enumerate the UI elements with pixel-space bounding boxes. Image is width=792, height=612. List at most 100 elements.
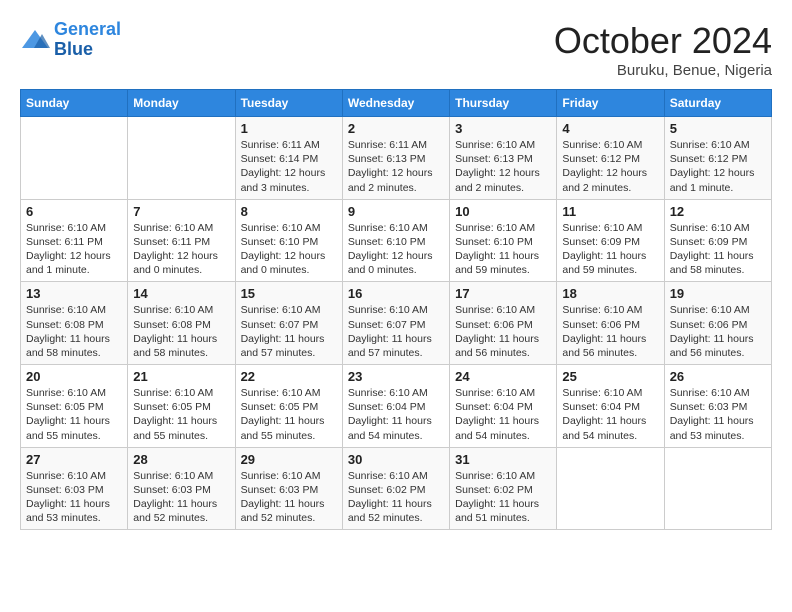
day-cell [664, 447, 771, 530]
day-cell: 26Sunrise: 6:10 AM Sunset: 6:03 PM Dayli… [664, 365, 771, 448]
day-cell: 3 Sunrise: 6:10 AM Sunset: 6:13 PM Daylig… [450, 117, 557, 200]
day-cell: 2 Sunrise: 6:11 AM Sunset: 6:13 PM Daylig… [342, 117, 449, 200]
day-cell: 1 Sunrise: 6:11 AM Sunset: 6:14 PM Daylig… [235, 117, 342, 200]
day-info: Sunrise: 6:10 AM Sunset: 6:07 PM Dayligh… [348, 303, 444, 360]
day-cell: 29Sunrise: 6:10 AM Sunset: 6:03 PM Dayli… [235, 447, 342, 530]
day-info: Sunrise: 6:10 AM Sunset: 6:11 PM Dayligh… [133, 221, 229, 278]
day-cell: 14 Sunrise: 6:10 AM Sunset: 6:08 PM Dayli… [128, 282, 235, 365]
day-number: 15 [241, 286, 337, 301]
day-info: Sunrise: 6:10 AM Sunset: 6:09 PM Dayligh… [670, 221, 766, 278]
day-info: Sunrise: 6:10 AM Sunset: 6:10 PM Dayligh… [241, 221, 337, 278]
day-number: 22 [241, 369, 337, 384]
day-number: 3 [455, 121, 551, 136]
day-info: Sunrise: 6:10 AM Sunset: 6:04 PM Dayligh… [562, 386, 658, 443]
day-info: Sunrise: 6:10 AM Sunset: 6:10 PM Dayligh… [348, 221, 444, 278]
day-info: Sunrise: 6:10 AM Sunset: 6:08 PM Dayligh… [26, 303, 122, 360]
weekday-header-tuesday: Tuesday [235, 90, 342, 117]
weekday-header-monday: Monday [128, 90, 235, 117]
day-number: 30 [348, 452, 444, 467]
day-number: 6 [26, 204, 122, 219]
day-number: 4 [562, 121, 658, 136]
weekday-header-sunday: Sunday [21, 90, 128, 117]
day-info: Sunrise: 6:10 AM Sunset: 6:07 PM Dayligh… [241, 303, 337, 360]
day-cell: 15 Sunrise: 6:10 AM Sunset: 6:07 PM Dayli… [235, 282, 342, 365]
day-info: Sunrise: 6:10 AM Sunset: 6:05 PM Dayligh… [133, 386, 229, 443]
day-cell [21, 117, 128, 200]
day-number: 28 [133, 452, 229, 467]
day-info: Sunrise: 6:10 AM Sunset: 6:03 PM Dayligh… [241, 469, 337, 526]
day-cell: 25 Sunrise: 6:10 AM Sunset: 6:04 PM Dayli… [557, 365, 664, 448]
day-info: Sunrise: 6:10 AM Sunset: 6:08 PM Dayligh… [133, 303, 229, 360]
day-number: 27 [26, 452, 122, 467]
location: Buruku, Benue, Nigeria [554, 62, 772, 79]
day-cell: 20 Sunrise: 6:10 AM Sunset: 6:05 PM Dayli… [21, 365, 128, 448]
day-info: Sunrise: 6:10 AM Sunset: 6:13 PM Dayligh… [455, 138, 551, 195]
day-info: Sunrise: 6:11 AM Sunset: 6:14 PM Dayligh… [241, 138, 337, 195]
day-cell: 22 Sunrise: 6:10 AM Sunset: 6:05 PM Dayli… [235, 365, 342, 448]
month-title: October 2024 [554, 20, 772, 62]
weekday-header-thursday: Thursday [450, 90, 557, 117]
day-cell: 4 Sunrise: 6:10 AM Sunset: 6:12 PM Daylig… [557, 117, 664, 200]
logo-icon [20, 28, 50, 52]
day-info: Sunrise: 6:10 AM Sunset: 6:05 PM Dayligh… [26, 386, 122, 443]
day-info: Sunrise: 6:10 AM Sunset: 6:03 PM Dayligh… [26, 469, 122, 526]
day-cell: 7 Sunrise: 6:10 AM Sunset: 6:11 PM Daylig… [128, 199, 235, 282]
logo-text: General Blue [54, 20, 121, 60]
day-number: 24 [455, 369, 551, 384]
day-info: Sunrise: 6:10 AM Sunset: 6:03 PM Dayligh… [670, 386, 766, 443]
day-number: 7 [133, 204, 229, 219]
day-number: 19 [670, 286, 766, 301]
day-info: Sunrise: 6:11 AM Sunset: 6:13 PM Dayligh… [348, 138, 444, 195]
day-number: 17 [455, 286, 551, 301]
week-row-1: 1 Sunrise: 6:11 AM Sunset: 6:14 PM Daylig… [21, 117, 772, 200]
day-number: 12 [670, 204, 766, 219]
day-cell: 5Sunrise: 6:10 AM Sunset: 6:12 PM Daylig… [664, 117, 771, 200]
day-info: Sunrise: 6:10 AM Sunset: 6:10 PM Dayligh… [455, 221, 551, 278]
weekday-header-row: SundayMondayTuesdayWednesdayThursdayFrid… [21, 90, 772, 117]
day-info: Sunrise: 6:10 AM Sunset: 6:02 PM Dayligh… [348, 469, 444, 526]
day-cell: 8Sunrise: 6:10 AM Sunset: 6:10 PM Daylig… [235, 199, 342, 282]
day-cell: 31Sunrise: 6:10 AM Sunset: 6:02 PM Dayli… [450, 447, 557, 530]
day-cell [557, 447, 664, 530]
day-number: 18 [562, 286, 658, 301]
day-info: Sunrise: 6:10 AM Sunset: 6:06 PM Dayligh… [562, 303, 658, 360]
day-cell: 27 Sunrise: 6:10 AM Sunset: 6:03 PM Dayli… [21, 447, 128, 530]
day-cell: 9Sunrise: 6:10 AM Sunset: 6:10 PM Daylig… [342, 199, 449, 282]
day-info: Sunrise: 6:10 AM Sunset: 6:06 PM Dayligh… [455, 303, 551, 360]
title-block: October 2024 Buruku, Benue, Nigeria [554, 20, 772, 79]
day-cell: 10 Sunrise: 6:10 AM Sunset: 6:10 PM Dayli… [450, 199, 557, 282]
day-number: 1 [241, 121, 337, 136]
day-cell: 19Sunrise: 6:10 AM Sunset: 6:06 PM Dayli… [664, 282, 771, 365]
day-info: Sunrise: 6:10 AM Sunset: 6:02 PM Dayligh… [455, 469, 551, 526]
day-cell: 16Sunrise: 6:10 AM Sunset: 6:07 PM Dayli… [342, 282, 449, 365]
day-info: Sunrise: 6:10 AM Sunset: 6:12 PM Dayligh… [562, 138, 658, 195]
day-cell: 6 Sunrise: 6:10 AM Sunset: 6:11 PM Daylig… [21, 199, 128, 282]
day-cell: 11Sunrise: 6:10 AM Sunset: 6:09 PM Dayli… [557, 199, 664, 282]
day-cell: 13 Sunrise: 6:10 AM Sunset: 6:08 PM Dayli… [21, 282, 128, 365]
day-info: Sunrise: 6:10 AM Sunset: 6:04 PM Dayligh… [348, 386, 444, 443]
day-cell: 30 Sunrise: 6:10 AM Sunset: 6:02 PM Dayli… [342, 447, 449, 530]
day-number: 2 [348, 121, 444, 136]
week-row-4: 20 Sunrise: 6:10 AM Sunset: 6:05 PM Dayli… [21, 365, 772, 448]
calendar-table: SundayMondayTuesdayWednesdayThursdayFrid… [20, 89, 772, 530]
day-number: 21 [133, 369, 229, 384]
day-number: 13 [26, 286, 122, 301]
day-number: 14 [133, 286, 229, 301]
day-cell [128, 117, 235, 200]
day-number: 20 [26, 369, 122, 384]
day-cell: 28Sunrise: 6:10 AM Sunset: 6:03 PM Dayli… [128, 447, 235, 530]
logo: General Blue [20, 20, 121, 60]
day-cell: 21 Sunrise: 6:10 AM Sunset: 6:05 PM Dayli… [128, 365, 235, 448]
day-number: 10 [455, 204, 551, 219]
week-row-2: 6 Sunrise: 6:10 AM Sunset: 6:11 PM Daylig… [21, 199, 772, 282]
day-number: 25 [562, 369, 658, 384]
weekday-header-wednesday: Wednesday [342, 90, 449, 117]
day-cell: 12 Sunrise: 6:10 AM Sunset: 6:09 PM Dayli… [664, 199, 771, 282]
day-info: Sunrise: 6:10 AM Sunset: 6:11 PM Dayligh… [26, 221, 122, 278]
day-info: Sunrise: 6:10 AM Sunset: 6:05 PM Dayligh… [241, 386, 337, 443]
day-number: 11 [562, 204, 658, 219]
day-number: 23 [348, 369, 444, 384]
day-cell: 23 Sunrise: 6:10 AM Sunset: 6:04 PM Dayli… [342, 365, 449, 448]
day-number: 5 [670, 121, 766, 136]
week-row-5: 27 Sunrise: 6:10 AM Sunset: 6:03 PM Dayli… [21, 447, 772, 530]
